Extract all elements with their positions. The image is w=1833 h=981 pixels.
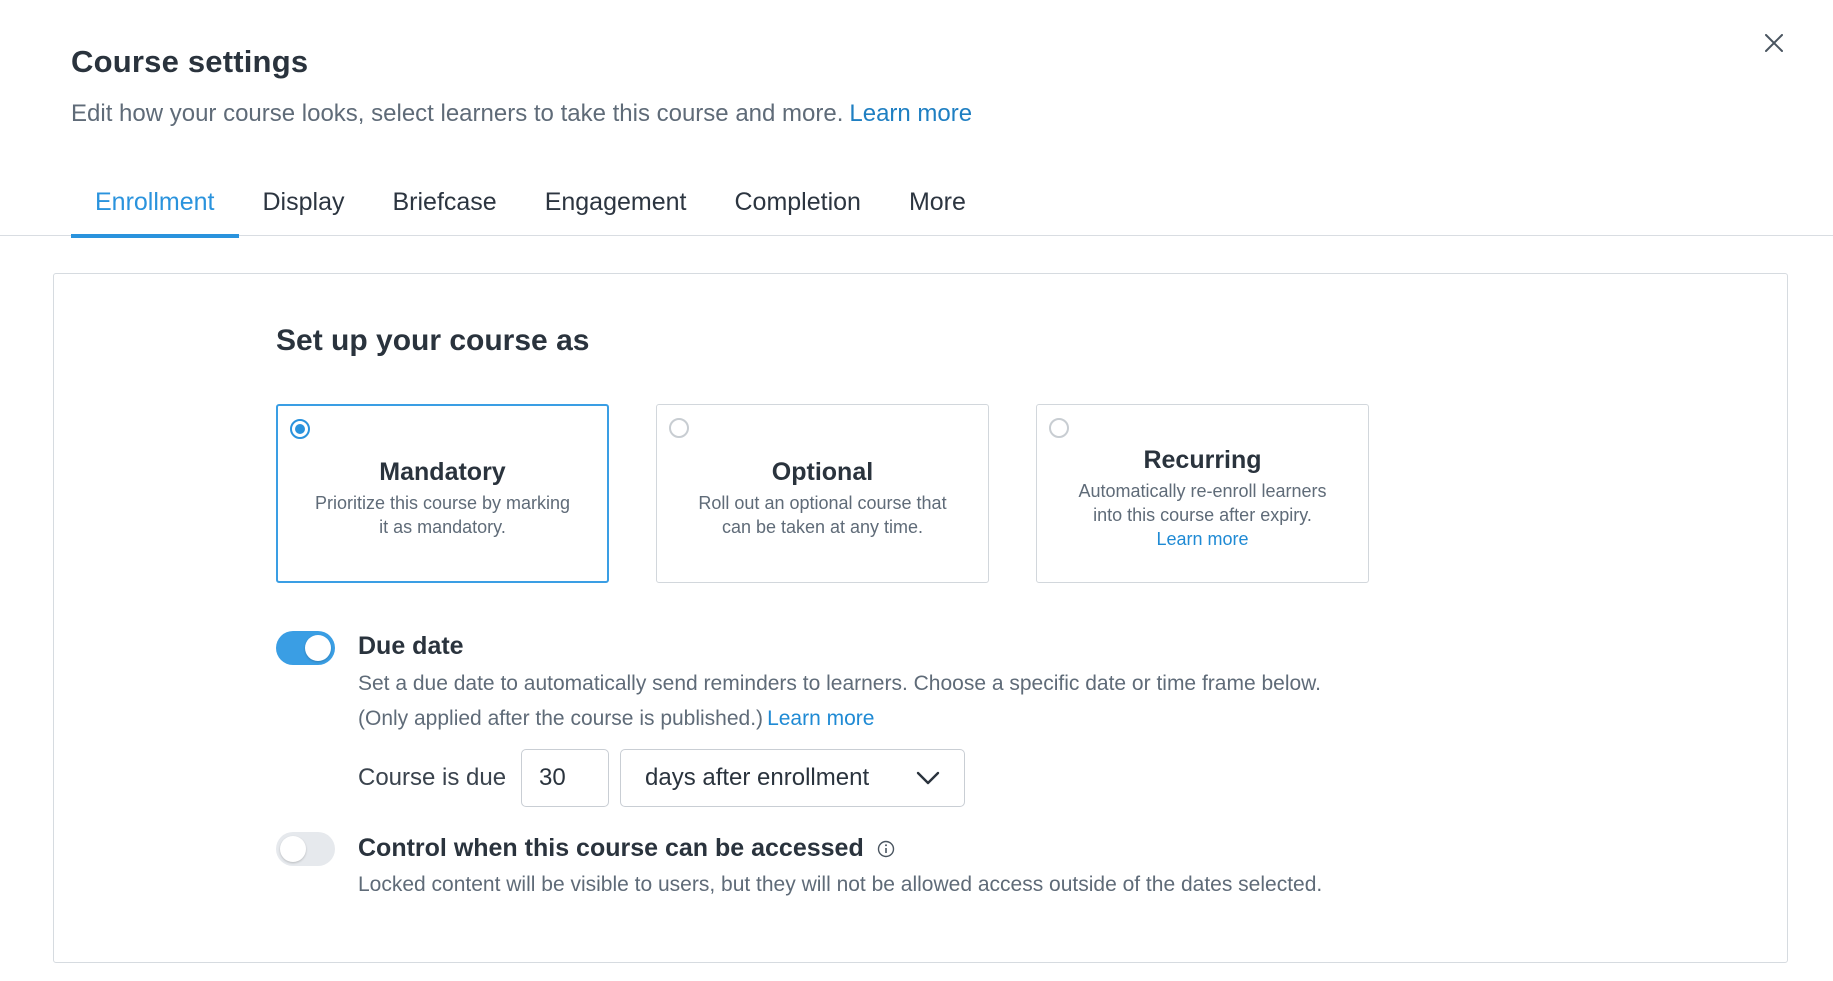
radio-mandatory[interactable]: [290, 419, 310, 439]
access-control-toggle[interactable]: [276, 832, 335, 866]
course-type-card-optional[interactable]: Optional Roll out an optional course tha…: [656, 404, 989, 583]
course-type-options: Mandatory Prioritize this course by mark…: [276, 404, 1416, 583]
page-title: Course settings: [71, 44, 309, 79]
due-frame-select[interactable]: days after enrollment: [620, 749, 965, 807]
page-subtitle: Edit how your course looks, select learn…: [71, 100, 972, 128]
due-date-title: Due date: [358, 632, 464, 660]
due-date-desc-line2: (Only applied after the course is publis…: [358, 701, 1458, 736]
chevron-down-icon: [916, 771, 940, 785]
course-type-card-recurring[interactable]: Recurring Automatically re-enroll learne…: [1036, 404, 1369, 583]
due-date-desc-line1: Set a due date to automatically send rem…: [358, 672, 1322, 695]
due-frame-select-value: days after enrollment: [645, 764, 870, 791]
toggle-knob: [305, 635, 331, 661]
due-date-desc-note: (Only applied after the course is publis…: [358, 707, 764, 730]
access-control-title: Control when this course can be accessed: [358, 834, 895, 863]
course-is-due-label: Course is due: [358, 764, 507, 791]
radio-optional[interactable]: [669, 418, 689, 438]
card-description: Automatically re-enroll learners into th…: [1073, 479, 1333, 551]
due-days-input[interactable]: [521, 749, 609, 807]
info-icon[interactable]: [877, 840, 895, 858]
card-description-text: Automatically re-enroll learners into th…: [1078, 481, 1327, 525]
tab-briefcase[interactable]: Briefcase: [368, 176, 520, 236]
tab-enrollment[interactable]: Enrollment: [71, 176, 239, 238]
settings-tabs: Enrollment Display Briefcase Engagement …: [0, 176, 1833, 238]
close-button[interactable]: [1759, 28, 1789, 58]
course-type-card-mandatory[interactable]: Mandatory Prioritize this course by mark…: [276, 404, 609, 583]
section-title: Set up your course as: [276, 324, 590, 357]
access-control-title-text: Control when this course can be accessed: [358, 834, 864, 862]
card-title: Optional: [771, 458, 874, 486]
subtitle-learn-more-link[interactable]: Learn more: [849, 100, 972, 127]
recurring-learn-more-link[interactable]: Learn more: [1156, 529, 1248, 549]
toggle-knob: [280, 836, 306, 862]
due-date-toggle[interactable]: [276, 631, 335, 665]
due-date-description: Set a due date to automatically send rem…: [358, 666, 1458, 736]
card-title: Recurring: [1143, 446, 1262, 474]
tab-engagement[interactable]: Engagement: [521, 176, 711, 236]
card-title: Mandatory: [379, 458, 506, 486]
radio-recurring[interactable]: [1049, 418, 1069, 438]
access-control-description: Locked content will be visible to users,…: [358, 873, 1323, 896]
tab-completion[interactable]: Completion: [710, 176, 884, 236]
card-description: Roll out an optional course that can be …: [698, 493, 947, 537]
close-icon: [1765, 34, 1783, 52]
dialog-header: Course settings Edit how your course loo…: [71, 44, 972, 128]
card-description: Prioritize this course by marking it as …: [314, 493, 571, 537]
tab-more[interactable]: More: [885, 176, 990, 236]
subtitle-text: Edit how your course looks, select learn…: [71, 100, 844, 127]
due-date-learn-more-link[interactable]: Learn more: [767, 707, 874, 730]
enrollment-panel: Set up your course as Mandatory Prioriti…: [53, 273, 1788, 963]
tab-display[interactable]: Display: [239, 176, 369, 236]
